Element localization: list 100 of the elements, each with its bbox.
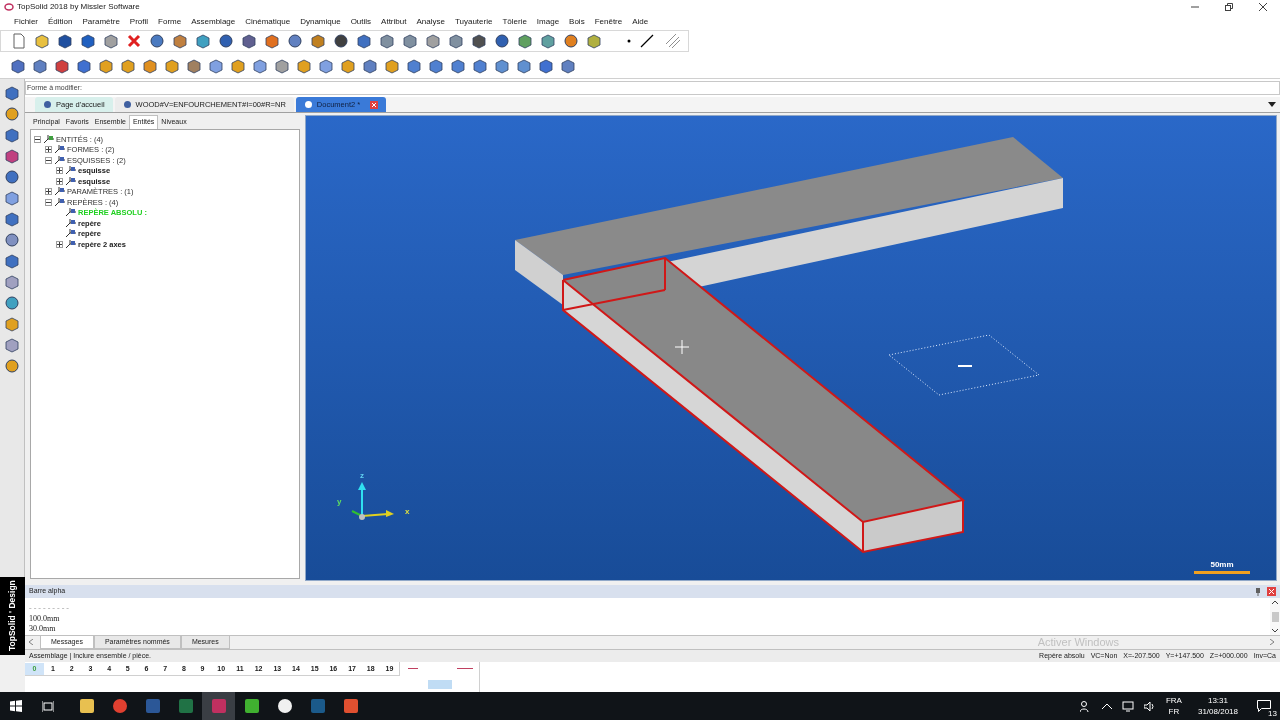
- menu-item[interactable]: Profil: [129, 15, 149, 28]
- shape-tool-icon[interactable]: [428, 57, 444, 74]
- volume-icon[interactable]: [1143, 700, 1156, 712]
- shape-tool-icon[interactable]: [98, 57, 114, 74]
- side-tool-icon[interactable]: [4, 337, 20, 353]
- expand-toggle-icon[interactable]: [56, 167, 63, 175]
- tool-icon[interactable]: [540, 33, 556, 49]
- menu-item[interactable]: Aide: [632, 15, 649, 28]
- expand-toggle-icon[interactable]: [56, 177, 63, 185]
- tool-icon[interactable]: [333, 33, 349, 49]
- menu-item[interactable]: Tôlerie: [502, 15, 527, 28]
- side-tool-icon[interactable]: [4, 232, 20, 248]
- scroll-down-icon[interactable]: [1272, 629, 1278, 633]
- menu-item[interactable]: Assemblage: [191, 15, 236, 28]
- side-tool-icon[interactable]: [4, 358, 20, 374]
- keyboard-layout[interactable]: FR: [1168, 706, 1180, 717]
- shape-tool-icon[interactable]: [516, 57, 532, 74]
- shape-tool-icon[interactable]: [120, 57, 136, 74]
- shape-tool-icon[interactable]: [142, 57, 158, 74]
- collapse-toggle-icon[interactable]: [45, 198, 52, 206]
- close-panel-button[interactable]: [1267, 587, 1276, 596]
- expand-toggle-icon[interactable]: [56, 240, 63, 248]
- side-tool-icon[interactable]: [4, 211, 20, 227]
- side-tool-icon[interactable]: [4, 106, 20, 122]
- tool-icon[interactable]: [471, 33, 487, 49]
- tool-icon[interactable]: [586, 33, 602, 49]
- menu-item[interactable]: Attribut: [381, 15, 407, 28]
- tool-icon[interactable]: [448, 33, 464, 49]
- shape-tool-icon[interactable]: [10, 57, 26, 74]
- input-language[interactable]: FRA: [1165, 695, 1182, 706]
- shape-tool-icon[interactable]: [164, 57, 180, 74]
- new-file-icon[interactable]: [11, 33, 27, 49]
- tool-icon[interactable]: [287, 33, 303, 49]
- side-tool-icon[interactable]: [4, 169, 20, 185]
- shape-tool-icon[interactable]: [296, 57, 312, 74]
- shape-tool-icon[interactable]: [340, 57, 356, 74]
- menu-item[interactable]: Fenêtre: [594, 15, 623, 28]
- shape-tool-icon[interactable]: [230, 57, 246, 74]
- scroll-up-icon[interactable]: [1272, 600, 1278, 604]
- shape-tool-icon[interactable]: [186, 57, 202, 74]
- side-tool-icon[interactable]: [4, 190, 20, 206]
- side-tool-icon[interactable]: [4, 253, 20, 269]
- people-icon[interactable]: [1079, 700, 1092, 712]
- 3d-viewport[interactable]: z y x 50mm: [305, 115, 1277, 581]
- shape-tool-icon[interactable]: [318, 57, 334, 74]
- shape-tool-icon[interactable]: [560, 57, 576, 74]
- notification-button[interactable]: 13: [1252, 696, 1276, 716]
- side-tool-icon[interactable]: [4, 274, 20, 290]
- scrollbar[interactable]: [1270, 598, 1280, 635]
- shape-tool-icon[interactable]: [252, 57, 268, 74]
- start-icon[interactable]: [10, 700, 22, 712]
- shape-tool-icon[interactable]: [274, 57, 290, 74]
- tool-icon[interactable]: [379, 33, 395, 49]
- side-tool-icon[interactable]: [4, 316, 20, 332]
- shape-tool-icon[interactable]: [54, 57, 70, 74]
- tool-icon[interactable]: [241, 33, 257, 49]
- menu-item[interactable]: Cinématique: [245, 15, 291, 28]
- scroll-left-icon[interactable]: [29, 639, 34, 645]
- tool-icon[interactable]: [264, 33, 280, 49]
- scrollbar-thumb[interactable]: [1271, 611, 1279, 622]
- hatch-icon[interactable]: [666, 34, 680, 48]
- shape-tool-icon[interactable]: [472, 57, 488, 74]
- clock-time[interactable]: 13:31: [1207, 695, 1228, 706]
- menu-item[interactable]: Paramètre: [82, 15, 120, 28]
- shape-tool-icon[interactable]: [76, 57, 92, 74]
- menu-item[interactable]: Édition: [48, 15, 73, 28]
- menu-item[interactable]: Forme: [158, 15, 182, 28]
- side-tool-icon[interactable]: [4, 148, 20, 164]
- delete-icon[interactable]: [126, 33, 142, 49]
- shape-tool-icon[interactable]: [208, 57, 224, 74]
- tool-icon[interactable]: [356, 33, 372, 49]
- side-tool-icon[interactable]: [4, 127, 20, 143]
- scroll-right-icon[interactable]: [1269, 639, 1274, 645]
- menu-item[interactable]: Image: [536, 15, 560, 28]
- menu-item[interactable]: Dynamique: [300, 15, 341, 28]
- shape-tool-icon[interactable]: [450, 57, 466, 74]
- side-tool-icon[interactable]: [4, 85, 20, 101]
- expand-toggle-icon[interactable]: [45, 146, 52, 154]
- shape-tool-icon[interactable]: [384, 57, 400, 74]
- network-icon[interactable]: [1121, 700, 1134, 712]
- tool-icon[interactable]: [402, 33, 418, 49]
- tool-icon[interactable]: [425, 33, 441, 49]
- menu-item[interactable]: Tuyauterie: [454, 15, 493, 28]
- collapse-toggle-icon[interactable]: [34, 135, 41, 143]
- close-tab-icon[interactable]: [370, 100, 379, 109]
- shape-tool-icon[interactable]: [494, 57, 510, 74]
- collapse-toggle-icon[interactable]: [45, 156, 52, 164]
- chevron-up-icon[interactable]: [1101, 703, 1112, 709]
- shape-tool-icon[interactable]: [32, 57, 48, 74]
- tool-icon[interactable]: [195, 33, 211, 49]
- side-tool-icon[interactable]: [4, 295, 20, 311]
- expand-toggle-icon[interactable]: [45, 188, 52, 196]
- tab-list-dropdown-icon[interactable]: [1268, 102, 1276, 108]
- shape-tool-icon[interactable]: [538, 57, 554, 74]
- tool-icon[interactable]: [218, 33, 234, 49]
- menu-item[interactable]: Fichier: [14, 15, 38, 28]
- menu-item[interactable]: Bois: [569, 15, 585, 28]
- task-view-icon[interactable]: [42, 700, 54, 712]
- menu-item[interactable]: Outils: [350, 15, 372, 28]
- shape-tool-icon[interactable]: [362, 57, 378, 74]
